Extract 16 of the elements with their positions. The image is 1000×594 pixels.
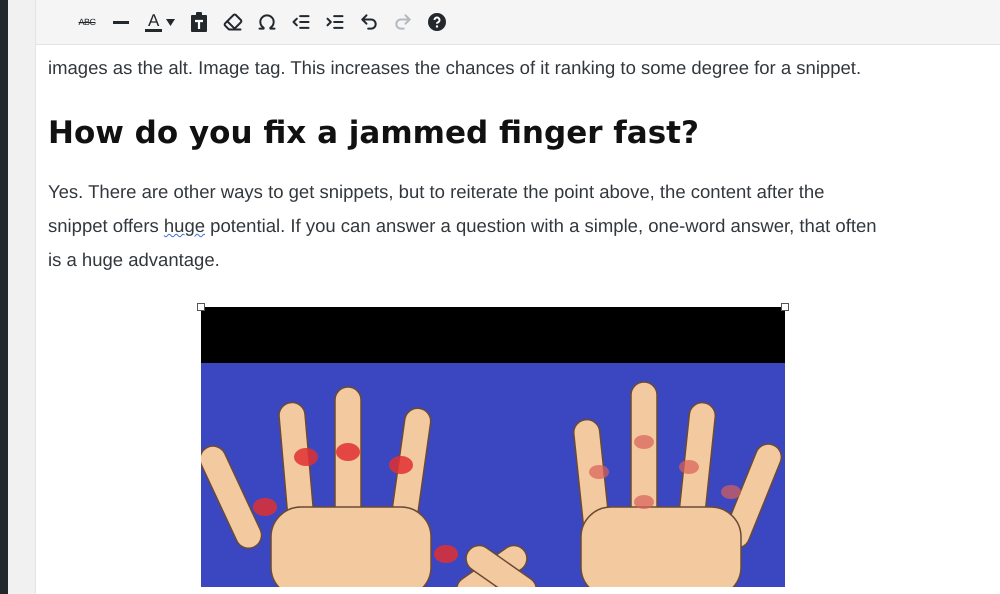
indent-icon	[325, 12, 346, 32]
undo-icon	[359, 12, 380, 32]
paragraph: Yes. There are other ways to get snippets, but to reiterate the point above, the content after the snippet offers huge potential. If you can answer a question with a simple, one-word answer, that often is a huge advantage.	[48, 180, 878, 272]
omega-icon	[257, 12, 278, 32]
redo-icon	[393, 12, 414, 32]
resize-handle[interactable]	[197, 303, 205, 311]
text-color-button[interactable]: A	[142, 7, 178, 37]
clipboard-text-icon	[190, 12, 208, 32]
paragraph: images as the alt. Image tag. This increases the chances of it ranking to some degree for a snippet.	[48, 56, 862, 80]
outdent-icon	[291, 12, 312, 32]
strikethrough-button[interactable]: ABC	[74, 7, 100, 37]
eraser-icon	[223, 12, 244, 32]
help-icon	[428, 13, 446, 31]
heading: How do you fix a jammed finger fast?	[48, 114, 700, 153]
caret-icon	[166, 18, 176, 26]
resize-handle[interactable]	[781, 303, 789, 311]
